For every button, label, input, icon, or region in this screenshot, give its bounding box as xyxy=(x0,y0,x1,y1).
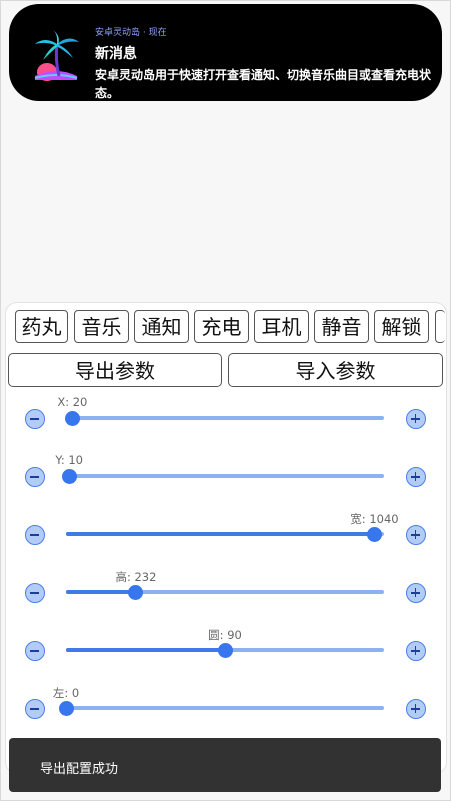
tab-headphones[interactable]: 耳机 xyxy=(254,310,309,343)
decrease-y-button[interactable] xyxy=(25,467,45,487)
slider-row-x: X: 20 xyxy=(0,390,451,448)
slider-y[interactable] xyxy=(61,468,384,484)
decrease-radius-button[interactable] xyxy=(25,641,45,661)
toast-message: 导出配置成功 xyxy=(40,762,119,777)
slider-left[interactable] xyxy=(58,700,384,716)
slider-width-fill xyxy=(66,532,375,536)
slider-left-thumb[interactable] xyxy=(58,700,74,716)
slider-row-left: 左: 0 xyxy=(0,680,451,738)
slider-row-width: 宽: 1040 xyxy=(0,506,451,564)
increase-x-button[interactable] xyxy=(406,409,426,429)
increase-height-button[interactable] xyxy=(406,583,426,603)
tab-pill[interactable]: 药丸 xyxy=(15,310,68,343)
slider-radius-label: 圆: 90 xyxy=(208,628,242,642)
slider-y-label: Y: 10 xyxy=(55,453,84,467)
notification-app-name: 安卓灵动岛 · 现在 xyxy=(95,28,167,38)
notification-body: 安卓灵动岛用于快速打开查看通知、切换音乐曲目或查看充电状态。 xyxy=(95,68,432,100)
tab-music[interactable]: 音乐 xyxy=(74,310,129,343)
slider-row-height: 高: 232 xyxy=(0,564,451,622)
tab-mute[interactable]: 静音 xyxy=(314,310,369,343)
slider-height-fill xyxy=(66,590,136,594)
tab-notification[interactable]: 通知 xyxy=(134,310,189,343)
tab-charging[interactable]: 充电 xyxy=(194,310,249,343)
slider-radius[interactable] xyxy=(66,642,384,658)
notification-title: 新消息 xyxy=(95,46,137,62)
decrease-width-button[interactable] xyxy=(25,525,45,545)
slider-width-label: 宽: 1040 xyxy=(350,512,399,526)
export-params-button[interactable]: 导出参数 xyxy=(8,353,222,387)
dynamic-island-notification[interactable]: 安卓灵动岛 · 现在 新消息 安卓灵动岛用于快速打开查看通知、切换音乐曲目或查看… xyxy=(9,4,442,101)
slider-width-thumb[interactable] xyxy=(366,526,382,542)
decrease-x-button[interactable] xyxy=(25,409,45,429)
increase-width-button[interactable] xyxy=(406,525,426,545)
increase-left-button[interactable] xyxy=(406,699,426,719)
slider-radius-thumb[interactable] xyxy=(217,642,233,658)
slider-width[interactable] xyxy=(66,526,384,542)
slider-x-label: X: 20 xyxy=(57,395,88,409)
slider-x-thumb[interactable] xyxy=(64,410,80,426)
slider-height-thumb[interactable] xyxy=(128,584,144,600)
slider-x[interactable] xyxy=(64,410,384,426)
import-params-button[interactable]: 导入参数 xyxy=(228,353,443,387)
slider-height-label: 高: 232 xyxy=(115,570,157,584)
increase-radius-button[interactable] xyxy=(406,641,426,661)
slider-left-label: 左: 0 xyxy=(52,686,80,700)
increase-y-button[interactable] xyxy=(406,467,426,487)
slider-row-radius: 圆: 90 xyxy=(0,622,451,680)
palm-island-icon xyxy=(34,30,79,81)
slider-y-thumb[interactable] xyxy=(61,468,77,484)
decrease-height-button[interactable] xyxy=(25,583,45,603)
slider-height[interactable] xyxy=(66,584,384,600)
toast: 导出配置成功 xyxy=(9,738,441,792)
slider-row-y: Y: 10 xyxy=(0,448,451,506)
tab-overflow[interactable] xyxy=(435,310,445,343)
decrease-left-button[interactable] xyxy=(25,699,45,719)
slider-radius-fill xyxy=(66,648,225,652)
tab-unlock[interactable]: 解锁 xyxy=(374,310,429,343)
